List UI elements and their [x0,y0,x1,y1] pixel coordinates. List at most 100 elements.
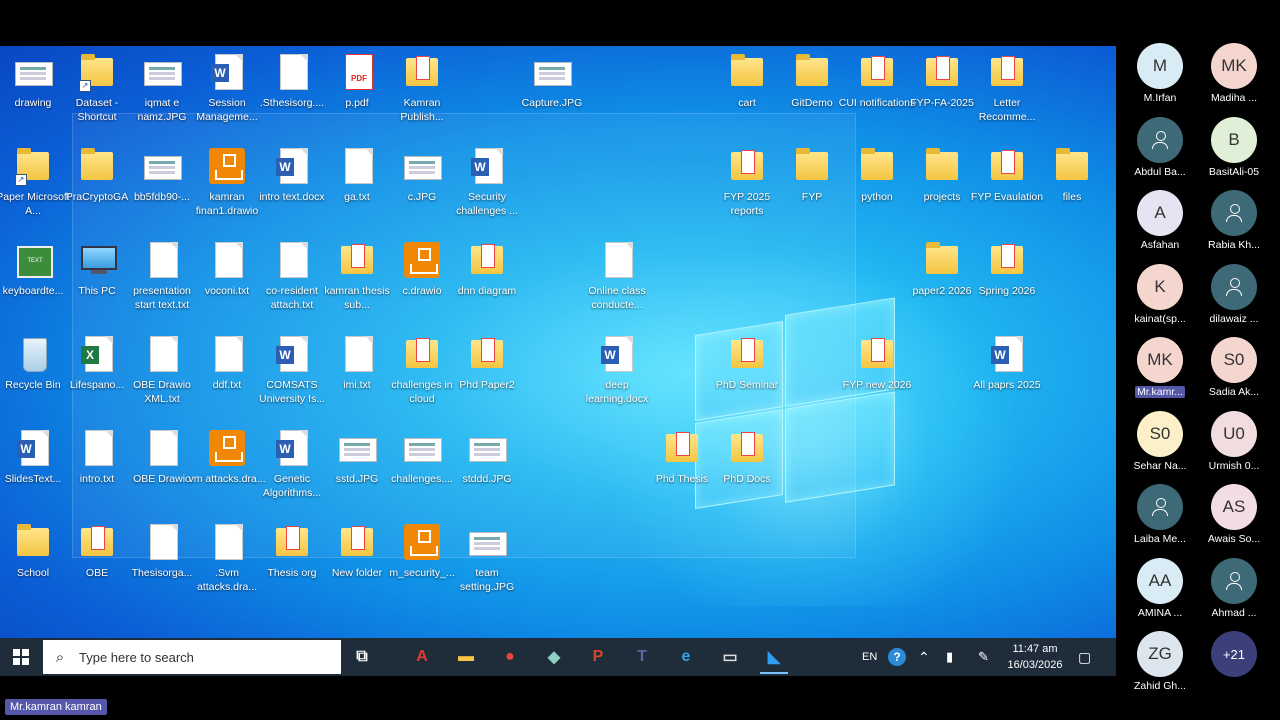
desktop-icon[interactable]: voconi.txt [194,240,260,298]
desktop-icon[interactable]: intro.txt [64,428,130,486]
start-button[interactable] [0,638,42,676]
desktop-icon[interactable]: OBE Drawio [129,428,195,486]
taskbar-app-task-view[interactable]: ⧉ [342,640,382,674]
more-participants-button[interactable]: +21 [1198,631,1270,677]
participant-tile[interactable]: AA AMINA ... [1124,557,1196,619]
desktop-icon[interactable]: m_security_... [389,522,455,580]
desktop-icon[interactable]: projects [909,146,975,204]
participant-tile[interactable]: Laiba Me... [1124,484,1196,545]
desktop-icon[interactable]: Recycle Bin [0,334,66,392]
participant-tile[interactable]: B BasitAli-05 [1198,116,1270,178]
desktop-icon[interactable]: PhD Docs [714,428,780,486]
desktop-icon[interactable]: c.drawio [389,240,455,298]
participant-tile[interactable]: Ahmad ... [1198,557,1270,619]
desktop-icon[interactable]: W All paprs 2025 [973,334,1041,392]
desktop-icon[interactable]: This PC [64,240,130,298]
desktop-icon[interactable]: iqmat e namz.JPG [129,52,195,124]
desktop-icon[interactable]: files [1039,146,1105,204]
desktop-icon[interactable]: Wintro text.docx [259,146,325,204]
desktop-icon[interactable]: Capture.JPG [519,52,585,110]
desktop-icon[interactable]: .Sthesisorg.... [259,52,325,110]
notification-icon[interactable]: ▢ [1078,638,1091,676]
desktop-icon[interactable]: Spring 2026 [974,240,1040,298]
desktop-icon[interactable]: TEXT keyboardte... [0,240,66,298]
desktop-icon[interactable]: co-resident attach.txt [259,240,325,312]
taskbar-app-vscode[interactable]: ◣ [754,640,794,674]
language-indicator[interactable]: EN [862,638,877,676]
taskbar-app-acrobat[interactable]: A [402,640,442,674]
desktop-icon[interactable]: Letter Recomme... [974,52,1040,124]
chevron-up-icon[interactable]: ⌃ [918,638,930,676]
participant-tile[interactable]: Abdul Ba... [1124,116,1196,178]
desktop-icon[interactable]: Phd Thesis [649,428,715,486]
taskbar-app-teams[interactable]: T [622,640,662,674]
taskbar-search-box[interactable]: ⌕ [43,640,341,674]
desktop-icon[interactable]: challenges in cloud [389,334,455,406]
participant-tile[interactable]: ZG Zahid Gh... [1124,631,1196,692]
desktop-icon[interactable]: New folder [324,522,390,580]
desktop-icon[interactable]: CUI notifications [839,52,915,110]
desktop-icon[interactable]: Thesis org [259,522,325,580]
help-icon[interactable]: ? [888,638,906,676]
participant-tile[interactable]: A Asfahan [1124,190,1196,251]
taskbar-clock[interactable]: 11:47 am 16/03/2026 [1000,641,1070,673]
participant-tile[interactable]: U0 Urmish 0... [1198,410,1270,472]
participant-tile[interactable]: AS Awais So... [1198,484,1270,545]
desktop-icon[interactable]: ↗ Paper Microsoft A... [0,146,70,218]
desktop-icon[interactable]: Thesisorga... [129,522,195,580]
desktop-icon[interactable]: imi.txt [324,334,390,392]
taskbar-app-edge[interactable]: e [666,640,706,674]
participant-tile[interactable]: S0 Sadia Ak... [1198,337,1270,398]
desktop-icon[interactable]: Wdeep learning.docx [584,334,650,406]
desktop-icon[interactable]: kamran finan1.drawio [194,146,260,218]
desktop-icon[interactable]: cart [714,52,780,110]
taskbar-app-file-explorer[interactable]: ▬ [446,640,486,674]
desktop-icon[interactable]: PDF p.pdf [324,52,390,110]
desktop-icon[interactable]: OBE [64,522,130,580]
desktop-icon[interactable]: python [844,146,910,204]
desktop-icon[interactable]: paper2 2026 [909,240,975,298]
desktop-icon[interactable]: FYP [779,146,845,204]
desktop-icon[interactable]: FYP 2025 reports [714,146,780,218]
desktop-icon[interactable]: dnn diagram [454,240,520,298]
participant-tile[interactable]: Rabia Kh... [1198,190,1270,251]
desktop-icon[interactable]: stddd.JPG [454,428,520,486]
desktop-icon[interactable]: PhD Seminar [714,334,780,392]
search-input[interactable] [77,648,321,666]
desktop-icon[interactable]: PraCryptoGA [64,146,130,204]
desktop-icon[interactable]: W COMSATS University Is... [259,334,325,406]
desktop-icon[interactable]: School [0,522,66,580]
desktop-icon[interactable]: sstd.JPG [324,428,390,486]
desktop-icon[interactable]: presentation start text.txt [129,240,195,312]
desktop-icon[interactable]: ga.txt [324,146,390,204]
desktop-icon[interactable]: kamran thesis sub... [324,240,390,312]
desktop-icon[interactable]: OBE Drawio XML.txt [129,334,195,406]
desktop-icon[interactable]: challenges.... [389,428,455,486]
desktop-icon[interactable]: ddf.txt [194,334,260,392]
desktop-icon[interactable]: W Genetic Algorithms... [259,428,325,500]
desktop-icon[interactable]: team setting.JPG [454,522,520,594]
desktop-icon[interactable]: GitDemo [779,52,845,110]
desktop-icon[interactable]: FYP new 2026 [843,334,911,392]
desktop-icon[interactable]: bb5fdb90-... [129,146,195,204]
taskbar-app-notepad[interactable]: ◆ [534,640,574,674]
participant-tile[interactable]: MK Madiha ... [1198,43,1270,104]
desktop-icon[interactable]: W Session Manageme... [194,52,260,124]
desktop-icon[interactable]: ↗ Dataset - Shortcut [64,52,130,124]
taskbar-app-terminal[interactable]: ▭ [710,640,750,674]
desktop-icon[interactable]: .Svm attacks.dra... [194,522,260,594]
desktop-icon[interactable]: vm attacks.dra... [188,428,266,486]
desktop-icon[interactable]: W SlidesText... [0,428,66,486]
participant-tile[interactable]: MK Mr.kamr... [1124,337,1196,398]
desktop-icon[interactable]: Kamran Publish... [389,52,455,124]
desktop-icon[interactable]: Phd Paper2 [454,334,520,392]
desktop-icon[interactable]: drawing [0,52,66,110]
desktop-icon[interactable]: FYP-FA-2025 [909,52,975,110]
participant-tile[interactable]: dilawaiz ... [1198,263,1270,325]
taskbar-app-chrome[interactable]: ● [490,640,530,674]
desktop-icon[interactable]: W Security challenges ... [454,146,520,218]
taskbar-app-powerpoint[interactable]: P [578,640,618,674]
desktop-icon[interactable]: FYP Evaulation [971,146,1043,204]
participant-tile[interactable]: S0 Sehar Na... [1124,410,1196,472]
desktop-icon[interactable]: c.JPG [389,146,455,204]
